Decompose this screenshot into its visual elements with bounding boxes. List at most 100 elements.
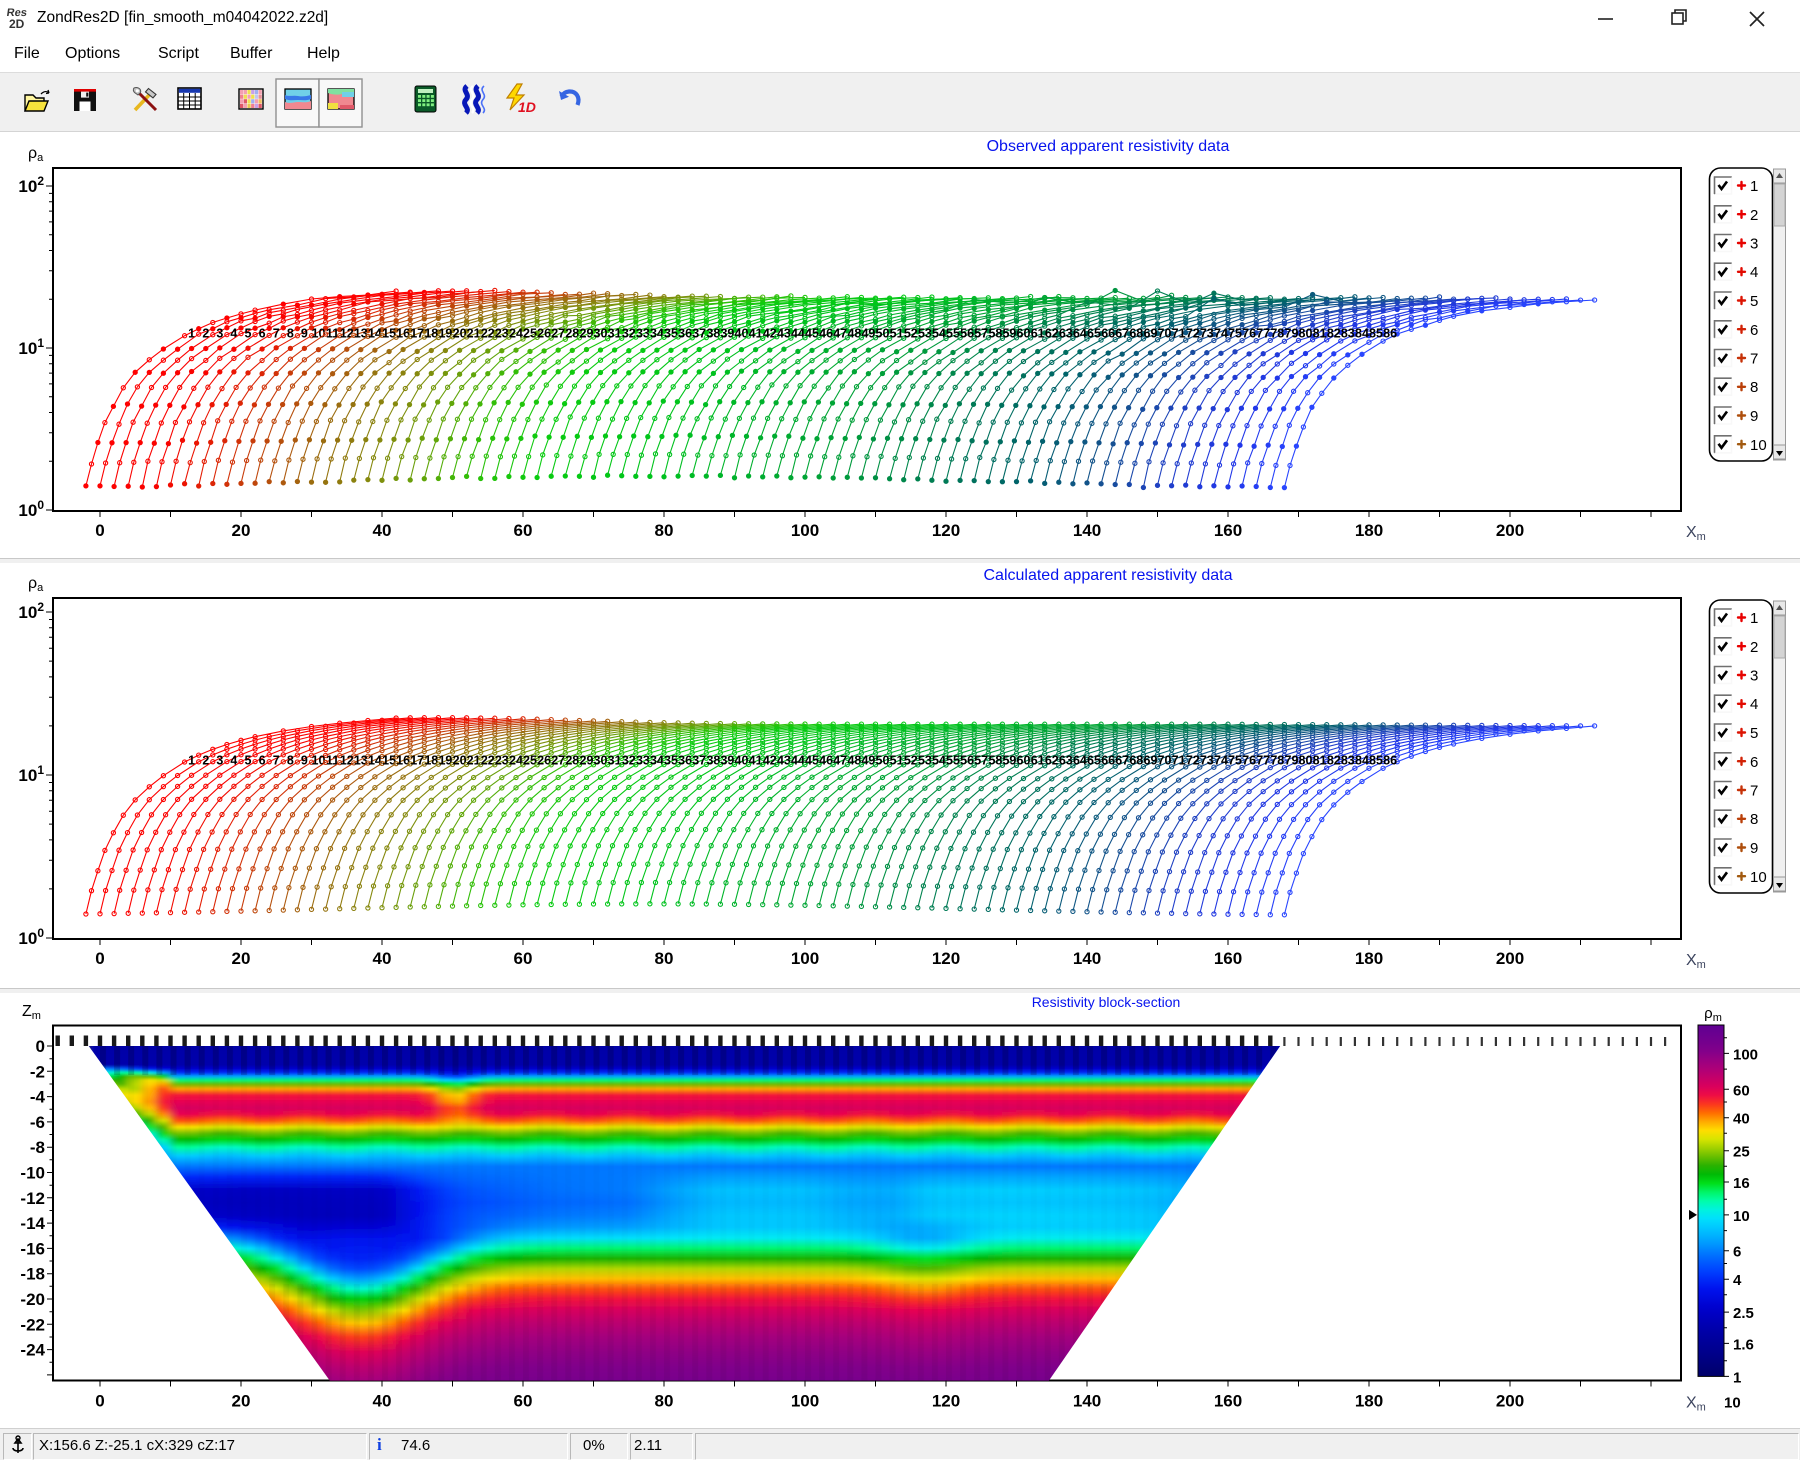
svg-text:31: 31: [608, 327, 622, 341]
svg-text:12: 12: [340, 327, 354, 341]
svg-text:0: 0: [36, 1037, 45, 1056]
svg-text:26: 26: [537, 754, 551, 768]
svg-text:ρm: ρm: [1704, 1005, 1722, 1024]
svg-text:69: 69: [1144, 327, 1158, 341]
svg-text:66: 66: [1101, 327, 1115, 341]
svg-text:73: 73: [1200, 754, 1214, 768]
svg-text:83: 83: [1341, 327, 1355, 341]
svg-text:Calculated apparent resistivit: Calculated apparent resistivity data: [983, 567, 1232, 584]
svg-text:10: 10: [1750, 869, 1767, 886]
svg-text:6: 6: [1750, 322, 1758, 339]
svg-text:10: 10: [1724, 1395, 1741, 1412]
svg-text:80: 80: [1299, 327, 1313, 341]
svg-text:-4: -4: [30, 1088, 46, 1107]
svg-text:-16: -16: [20, 1239, 45, 1258]
svg-text:60: 60: [514, 521, 533, 540]
svg-text:25: 25: [1733, 1144, 1750, 1161]
svg-text:56: 56: [960, 754, 974, 768]
svg-text:50: 50: [876, 754, 890, 768]
svg-text:140: 140: [1073, 1392, 1101, 1411]
svg-text:10: 10: [312, 754, 326, 768]
svg-text:-14: -14: [20, 1214, 45, 1233]
svg-text:79: 79: [1285, 327, 1299, 341]
svg-text:67: 67: [1115, 327, 1129, 341]
svg-text:84: 84: [1355, 327, 1369, 341]
svg-text:Zm: Zm: [22, 1003, 41, 1022]
svg-text:24: 24: [509, 754, 523, 768]
svg-text:41: 41: [749, 327, 763, 341]
svg-text:5: 5: [245, 327, 252, 341]
svg-text:1: 1: [1750, 178, 1758, 195]
svg-text:82: 82: [1327, 327, 1341, 341]
svg-text:71: 71: [1172, 327, 1186, 341]
svg-text:6: 6: [1733, 1244, 1741, 1261]
svg-text:0: 0: [95, 949, 104, 968]
svg-text:27: 27: [551, 754, 565, 768]
svg-text:20: 20: [232, 521, 251, 540]
svg-text:1: 1: [1750, 610, 1758, 627]
svg-text:4: 4: [1750, 696, 1758, 713]
svg-text:2.5: 2.5: [1733, 1305, 1754, 1322]
svg-text:43: 43: [777, 327, 791, 341]
svg-text:3: 3: [216, 327, 223, 341]
svg-text:200: 200: [1496, 949, 1524, 968]
svg-text:-24: -24: [20, 1341, 45, 1360]
svg-text:65: 65: [1087, 754, 1101, 768]
svg-text:9: 9: [1750, 840, 1758, 857]
svg-text:16: 16: [1733, 1175, 1750, 1192]
svg-text:59: 59: [1002, 754, 1016, 768]
svg-text:100: 100: [1733, 1046, 1758, 1063]
svg-text:100: 100: [791, 1392, 819, 1411]
svg-text:26: 26: [537, 327, 551, 341]
svg-text:80: 80: [655, 949, 674, 968]
svg-text:46: 46: [819, 327, 833, 341]
svg-text:81: 81: [1313, 754, 1327, 768]
svg-text:4: 4: [1733, 1272, 1742, 1289]
svg-text:5: 5: [1750, 725, 1758, 742]
svg-text:58: 58: [988, 327, 1002, 341]
svg-text:4: 4: [230, 754, 237, 768]
svg-text:60: 60: [1017, 754, 1031, 768]
svg-text:-2: -2: [30, 1062, 45, 1081]
svg-text:10: 10: [1750, 437, 1767, 454]
svg-text:7: 7: [1750, 351, 1758, 368]
svg-text:77: 77: [1256, 327, 1270, 341]
svg-text:86: 86: [1383, 327, 1397, 341]
svg-text:75: 75: [1228, 754, 1242, 768]
svg-text:6: 6: [259, 754, 266, 768]
svg-text:9: 9: [1750, 408, 1758, 425]
svg-text:75: 75: [1228, 327, 1242, 341]
svg-text:0: 0: [95, 1392, 104, 1411]
svg-text:55: 55: [946, 754, 960, 768]
svg-text:80: 80: [655, 521, 674, 540]
svg-text:60: 60: [514, 949, 533, 968]
svg-text:14: 14: [368, 327, 382, 341]
svg-text:Xm: Xm: [1686, 952, 1706, 971]
svg-text:100: 100: [18, 926, 44, 948]
svg-text:80: 80: [1299, 754, 1313, 768]
svg-text:8: 8: [1750, 811, 1758, 828]
svg-text:52: 52: [904, 327, 918, 341]
svg-text:160: 160: [1214, 1392, 1242, 1411]
svg-text:74: 74: [1214, 754, 1228, 768]
svg-text:30: 30: [594, 327, 608, 341]
svg-text:58: 58: [988, 754, 1002, 768]
svg-text:71: 71: [1172, 754, 1186, 768]
svg-text:69: 69: [1144, 754, 1158, 768]
svg-text:62: 62: [1045, 327, 1059, 341]
svg-text:120: 120: [932, 521, 960, 540]
svg-text:-6: -6: [30, 1113, 45, 1132]
svg-text:40: 40: [373, 1392, 392, 1411]
svg-text:51: 51: [890, 327, 904, 341]
svg-text:200: 200: [1496, 1392, 1524, 1411]
svg-text:12: 12: [340, 754, 354, 768]
svg-text:66: 66: [1101, 754, 1115, 768]
svg-text:68: 68: [1129, 327, 1143, 341]
svg-text:54: 54: [932, 754, 946, 768]
svg-text:77: 77: [1256, 754, 1270, 768]
svg-text:74: 74: [1214, 327, 1228, 341]
svg-text:2: 2: [1750, 207, 1758, 224]
svg-text:86: 86: [1383, 754, 1397, 768]
svg-text:120: 120: [932, 949, 960, 968]
svg-text:140: 140: [1073, 521, 1101, 540]
